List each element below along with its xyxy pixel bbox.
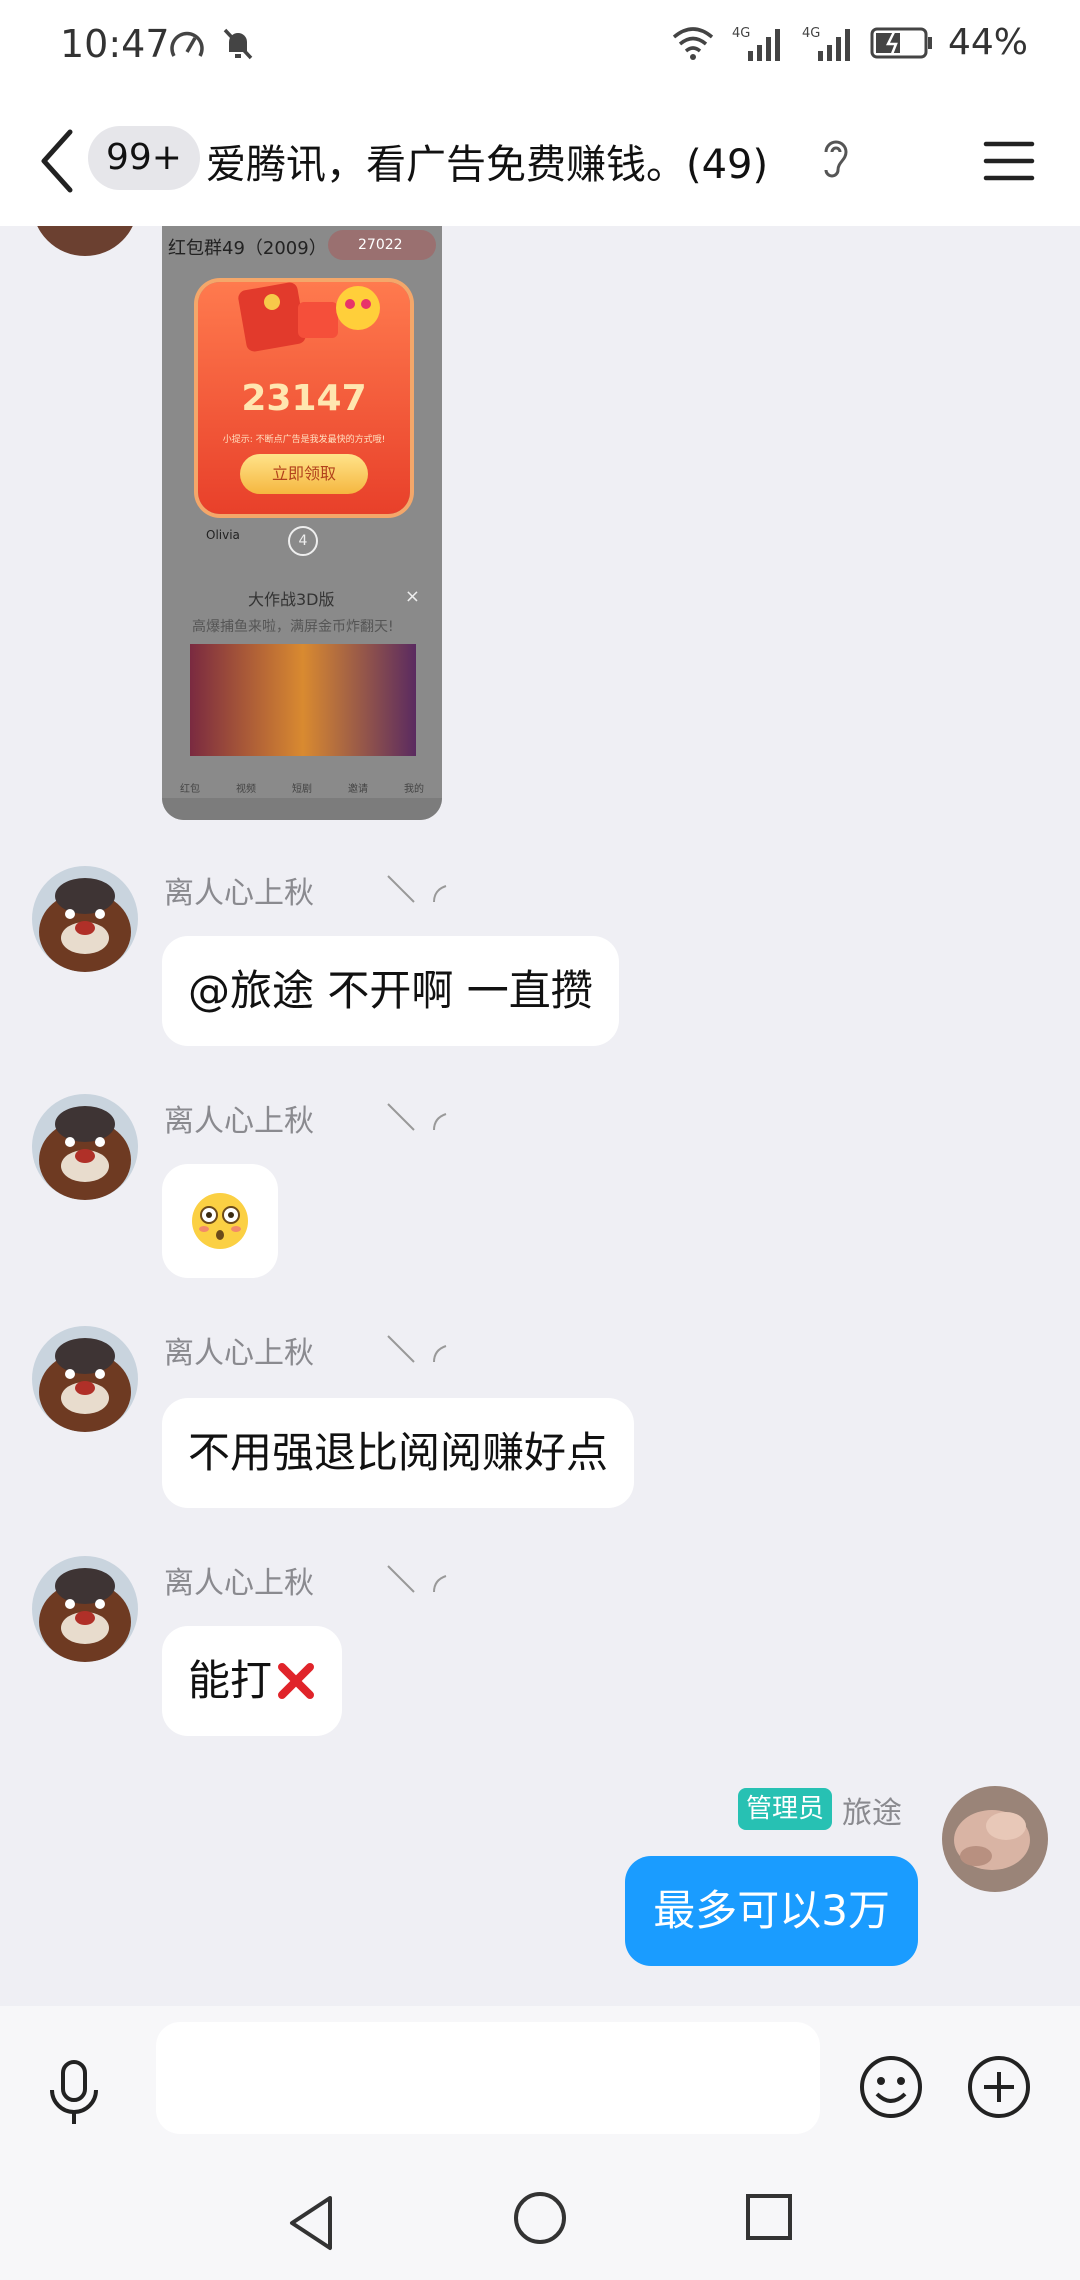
speedometer-icon [170, 31, 204, 57]
message-bubble[interactable] [162, 1164, 278, 1278]
bear-avatar-icon [32, 1556, 138, 1662]
image-message[interactable]: 红包群49（2009） 27022 23147 小提示: 不断点广告是我发最快的… [162, 226, 442, 820]
wifi-icon [672, 26, 714, 60]
plus-icon[interactable] [966, 2054, 1032, 2120]
nav-back-icon[interactable] [282, 2188, 342, 2258]
sender-name: 离人心上秋 [164, 1336, 314, 1371]
bear-avatar-icon [32, 1326, 138, 1432]
mute-bell-icon [223, 28, 253, 60]
image-bottom-nav: 红包 视频 短剧 邀请 我的 [162, 760, 442, 796]
image-pill-count: 27022 [328, 230, 436, 260]
level-badge-icon [387, 1335, 447, 1363]
image-nav-item: 视频 [236, 784, 256, 795]
unread-count-badge[interactable]: 99+ [88, 126, 200, 190]
ear-icon[interactable] [818, 136, 854, 182]
signal-4g-icon: 4G [732, 26, 780, 61]
sender-name: 离人心上秋 [164, 876, 314, 911]
battery-percent: 44% [947, 22, 1028, 63]
sender-name: 离人心上秋 [164, 1566, 314, 1601]
red-packet-card: 23147 小提示: 不断点广告是我发最快的方式哦! 立即领取 [198, 282, 410, 514]
image-system-nav [162, 798, 442, 820]
input-bar [0, 2006, 1080, 2168]
back-icon[interactable] [30, 124, 90, 198]
member-name: Olivia [206, 528, 240, 542]
flushed-face-icon [192, 1193, 248, 1249]
message-text: 能打 [188, 1656, 273, 1705]
avatar[interactable] [32, 1326, 138, 1432]
status-left-icons [168, 26, 256, 62]
packet-count-badge: 4 [288, 526, 318, 556]
red-packet-amount: 23147 [241, 378, 367, 419]
system-navigation-bar [0, 2168, 1080, 2280]
menu-icon[interactable] [982, 134, 1036, 188]
message-bubble[interactable]: @旅途 不开啊 一直攒 [162, 936, 619, 1046]
nav-home-icon[interactable] [510, 2188, 570, 2248]
image-nav-item: 邀请 [348, 784, 368, 795]
close-icon: × [404, 586, 420, 607]
svg-text:4G: 4G [802, 26, 820, 41]
message-bubble[interactable]: 不用强退比阅阅赚好点 [162, 1398, 635, 1508]
image-nav-item: 短剧 [292, 784, 312, 795]
red-packet-icon [238, 282, 380, 352]
self-avatar-image [942, 1786, 1048, 1892]
self-message-bubble[interactable]: 最多可以3万 [625, 1856, 918, 1966]
ad-title: 大作战3D版 [248, 590, 335, 609]
avatar[interactable] [32, 866, 138, 972]
self-sender-name: 旅途 [842, 1796, 902, 1831]
image-group-title: 红包群49（2009） [168, 238, 327, 259]
claim-button: 立即领取 [240, 454, 368, 494]
image-nav-item: 红包 [180, 784, 200, 795]
ad-description: 高爆捕鱼来啦，满屏金币炸翻天! [192, 619, 394, 635]
red-packet-tip: 小提示: 不断点广告是我发最快的方式哦! [222, 435, 386, 445]
level-badge-icon [387, 1565, 447, 1593]
nav-recent-icon[interactable] [742, 2190, 796, 2244]
avatar[interactable] [32, 226, 138, 256]
chat-messages[interactable]: 红包群49（2009） 27022 23147 小提示: 不断点广告是我发最快的… [0, 226, 1080, 2006]
sender-name: 离人心上秋 [164, 1104, 314, 1139]
message-input[interactable] [156, 2022, 820, 2134]
microphone-icon[interactable] [44, 2058, 104, 2128]
message-bubble[interactable]: 能打 [162, 1626, 343, 1736]
ad-banner-image [190, 644, 416, 756]
emoji-icon[interactable] [858, 2054, 924, 2120]
avatar[interactable] [32, 1556, 138, 1662]
status-bar: 10:47 4G 4G 44% [0, 0, 1080, 96]
avatar[interactable] [32, 1094, 138, 1200]
chat-header: 99+ 爱腾讯，看广告免费赚钱。(49) [0, 96, 1080, 226]
chat-title[interactable]: 爱腾讯，看广告免费赚钱。(49) [206, 132, 768, 190]
signal-4g-icon: 4G [802, 26, 850, 61]
status-right-icons: 4G 4G 44% [670, 22, 1028, 63]
status-time: 10:47 [60, 22, 170, 66]
cross-mark-icon [278, 1663, 315, 1699]
battery-icon [870, 27, 932, 58]
level-badge-icon [387, 1103, 447, 1131]
bear-avatar-icon [32, 1094, 138, 1200]
admin-badge: 管理员 [738, 1788, 833, 1830]
svg-text:4G: 4G [732, 26, 750, 41]
image-nav-item: 我的 [404, 784, 424, 795]
bear-avatar-icon [32, 866, 138, 972]
level-badge-icon [387, 875, 447, 903]
self-avatar[interactable] [942, 1786, 1048, 1892]
